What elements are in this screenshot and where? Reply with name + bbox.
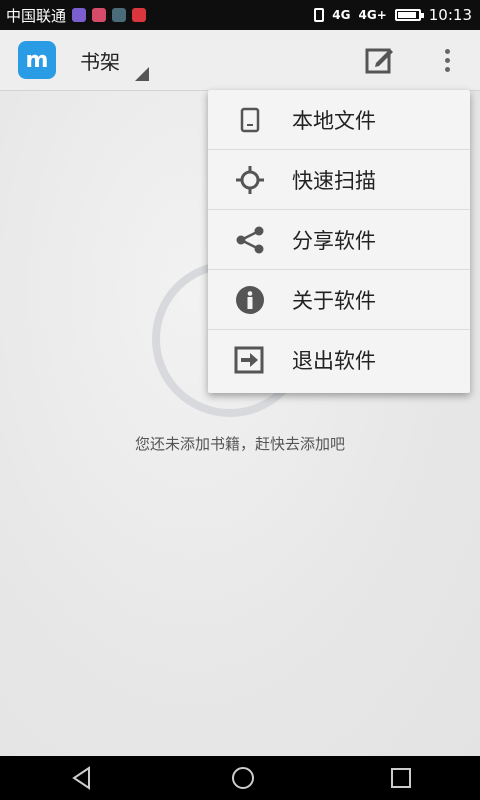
- empty-shelf-message: 您还未添加书籍，赶快去添加吧: [134, 435, 345, 453]
- overflow-menu: 本地文件 快速扫描 分享软件 关于软件 退出软件: [208, 90, 470, 393]
- notification-app-icon: [72, 8, 87, 22]
- menu-item-quick-scan[interactable]: 快速扫描: [208, 150, 470, 210]
- notification-icons: [72, 8, 147, 22]
- recents-icon[interactable]: [391, 768, 412, 788]
- menu-item-about[interactable]: 关于软件: [208, 270, 470, 330]
- vibrate-icon: [314, 8, 325, 22]
- notification-app-icon: [132, 8, 147, 22]
- notification-app-icon: [92, 8, 107, 22]
- back-icon[interactable]: [69, 765, 95, 791]
- target-scan-icon: [208, 165, 292, 195]
- status-right: 4G 4G+ 10:13: [314, 6, 472, 24]
- app-logo-icon[interactable]: m: [18, 41, 56, 79]
- status-bar: 中国联通 4G 4G+ 10:13: [0, 0, 480, 30]
- title-dropdown-icon[interactable]: [135, 67, 149, 81]
- network-type-2: 4G+: [358, 8, 387, 22]
- navigation-bar: [0, 756, 480, 800]
- menu-item-label: 本地文件: [292, 108, 376, 133]
- page-title[interactable]: 书架: [80, 46, 120, 75]
- more-vert-icon[interactable]: [442, 48, 452, 72]
- notification-app-icon: [112, 8, 127, 22]
- phone-file-icon: [208, 107, 292, 133]
- clock: 10:13: [428, 6, 472, 24]
- menu-item-share[interactable]: 分享软件: [208, 210, 470, 270]
- battery-icon: [394, 9, 424, 21]
- menu-item-local-file[interactable]: 本地文件: [208, 90, 470, 150]
- menu-item-label: 分享软件: [292, 228, 376, 253]
- carrier-name: 中国联通: [6, 6, 67, 25]
- exit-icon: [208, 345, 292, 375]
- menu-item-label: 退出软件: [292, 349, 376, 373]
- info-icon: [208, 285, 292, 315]
- app-bar: m 书架: [0, 30, 480, 91]
- edit-icon[interactable]: [364, 45, 394, 75]
- home-icon[interactable]: [231, 767, 254, 789]
- menu-item-exit[interactable]: 退出软件: [208, 330, 470, 390]
- menu-item-label: 快速扫描: [292, 168, 376, 193]
- network-type-1: 4G: [332, 8, 351, 22]
- share-icon: [208, 225, 292, 255]
- menu-item-label: 关于软件: [292, 288, 376, 313]
